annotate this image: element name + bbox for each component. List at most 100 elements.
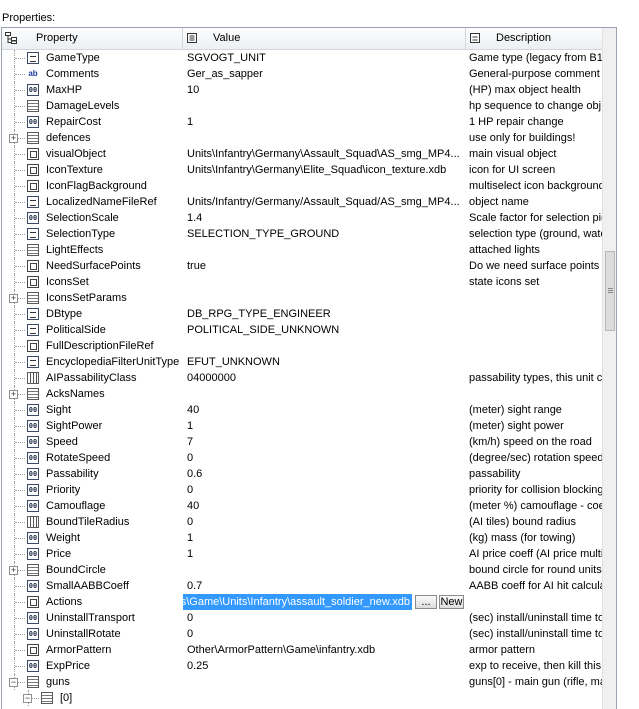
property-value[interactable] — [187, 98, 465, 114]
property-row[interactable]: 00 Priority 0 priority for collision blocki… — [2, 482, 602, 498]
property-value[interactable]: 0.25 — [187, 658, 465, 674]
property-row[interactable]: 00 Weight 1 (kg) mass (for towing) — [2, 530, 602, 546]
property-row[interactable]: 00 RotateSpeed 0 (degree/sec) rotation spee… — [2, 450, 602, 466]
property-row[interactable]: + IconsSetParams — [2, 290, 602, 306]
property-row[interactable]: NeedSurfacePoints true Do we need surface … — [2, 258, 602, 274]
property-row[interactable]: 00 UninstallTransport 0 (sec) install/unins… — [2, 610, 602, 626]
property-value[interactable]: 1 — [187, 530, 465, 546]
header-property[interactable]: Property — [2, 28, 183, 49]
property-value[interactable] — [187, 178, 465, 194]
property-row[interactable]: PoliticalSide POLITICAL_SIDE_UNKNOWN — [2, 322, 602, 338]
property-row[interactable]: + AcksNames — [2, 386, 602, 402]
property-value[interactable] — [187, 690, 465, 706]
property-row[interactable]: − [0] — [2, 690, 602, 706]
expand-icon[interactable]: + — [9, 566, 18, 575]
expand-icon[interactable]: + — [9, 134, 18, 143]
property-value[interactable] — [187, 290, 465, 306]
collapse-icon[interactable]: − — [9, 678, 18, 687]
property-row[interactable]: LightEffects attached lights — [2, 242, 602, 258]
property-description — [469, 690, 602, 706]
property-value[interactable] — [187, 562, 465, 578]
property-row[interactable]: EncyclopediaFilterUnitType EFUT_UNKNOWN — [2, 354, 602, 370]
header-value[interactable]: Value — [183, 28, 466, 49]
property-row[interactable]: IconsSet state icons set — [2, 274, 602, 290]
property-value[interactable] — [187, 130, 465, 146]
property-value[interactable]: 0.7 — [187, 578, 465, 594]
property-value[interactable]: 0 — [187, 450, 465, 466]
property-row[interactable]: BoundTileRadius 0 (AI tiles) bound radius — [2, 514, 602, 530]
property-value[interactable] — [187, 338, 465, 354]
property-row[interactable]: 00 Camouflage 40 (meter %) camouflage - coe… — [2, 498, 602, 514]
property-row[interactable]: 00 UninstallRotate 0 (sec) install/uninstal… — [2, 626, 602, 642]
scrollbar-thumb[interactable] — [605, 251, 615, 331]
property-value[interactable]: 40 — [187, 402, 465, 418]
property-value[interactable]: POLITICAL_SIDE_UNKNOWN — [187, 322, 465, 338]
property-value[interactable]: EFUT_UNKNOWN — [187, 354, 465, 370]
vertical-scrollbar[interactable] — [602, 28, 616, 709]
property-row[interactable]: LocalizedNameFileRef Units/Infantry/Germa… — [2, 194, 602, 210]
property-row[interactable]: 00 Passability 0.6 passability — [2, 466, 602, 482]
property-row[interactable]: 00 SightPower 1 (meter) sight power — [2, 418, 602, 434]
property-row[interactable]: DBtype DB_RPG_TYPE_ENGINEER — [2, 306, 602, 322]
property-row[interactable]: Actions s\Game\Units\Infantry\assault_sol… — [2, 594, 602, 610]
property-row[interactable]: visualObject Units\Infantry\Germany\Assau… — [2, 146, 602, 162]
property-value[interactable]: Units\Infantry\Germany\Assault_Squad\AS_… — [187, 146, 465, 162]
property-row[interactable]: FullDescriptionFileRef — [2, 338, 602, 354]
property-row[interactable]: GameType SGVOGT_UNIT Game type (legacy fro… — [2, 50, 602, 66]
property-value[interactable]: DB_RPG_TYPE_ENGINEER — [187, 306, 465, 322]
property-row[interactable]: 00 Speed 7 (km/h) speed on the road — [2, 434, 602, 450]
property-name: Weight — [46, 532, 81, 544]
property-value[interactable]: Units/Infantry/Germany/Assault_Squad/AS_… — [187, 194, 465, 210]
property-value[interactable]: 04000000 — [187, 370, 465, 386]
property-value[interactable]: 0 — [187, 482, 465, 498]
property-row[interactable]: + BoundCircle bound circle for round units — [2, 562, 602, 578]
new-button[interactable]: New — [439, 595, 464, 609]
property-row[interactable]: IconFlagBackground multiselect icon backg… — [2, 178, 602, 194]
property-row[interactable]: + defences use only for buildings! — [2, 130, 602, 146]
property-value[interactable]: Units\Infantry\Germany\Elite_Squad\icon_… — [187, 162, 465, 178]
property-row[interactable]: AIPassabilityClass 04000000 passability ty… — [2, 370, 602, 386]
property-value[interactable] — [187, 674, 465, 690]
property-row[interactable]: 00 SmallAABBCoeff 0.7 AABB coeff for AI hit… — [2, 578, 602, 594]
enum-field-icon — [27, 356, 39, 368]
value-editor-input[interactable]: s\Game\Units\Infantry\assault_soldier_ne… — [183, 594, 412, 610]
property-row[interactable]: 00 SelectionScale 1.4 Scale factor for sele… — [2, 210, 602, 226]
tree-connector — [15, 234, 25, 235]
property-value[interactable]: 0 — [187, 626, 465, 642]
property-value[interactable]: 1 — [187, 418, 465, 434]
property-value[interactable]: SELECTION_TYPE_GROUND — [187, 226, 465, 242]
property-value[interactable]: 40 — [187, 498, 465, 514]
property-value[interactable]: 0.6 — [187, 466, 465, 482]
property-row[interactable]: ab Comments Ger_as_sapper General-purpose c… — [2, 66, 602, 82]
property-row[interactable]: 00 MaxHP 10 (HP) max object health — [2, 82, 602, 98]
header-description[interactable]: Description — [466, 28, 602, 49]
property-value[interactable]: SGVOGT_UNIT — [187, 50, 465, 66]
expand-icon[interactable]: + — [9, 390, 18, 399]
collapse-icon[interactable]: − — [23, 694, 32, 703]
property-value[interactable]: Ger_as_sapper — [187, 66, 465, 82]
property-row[interactable]: SelectionType SELECTION_TYPE_GROUND select… — [2, 226, 602, 242]
property-row[interactable]: 00 RepairCost 1 1 HP repair change — [2, 114, 602, 130]
property-row[interactable]: 00 ExpPrice 0.25 exp to receive, then kill … — [2, 658, 602, 674]
property-value[interactable]: 0 — [187, 514, 465, 530]
property-value[interactable]: 1 — [187, 546, 465, 562]
property-row[interactable]: ArmorPattern Other\ArmorPattern\Game\infa… — [2, 642, 602, 658]
browse-button[interactable]: ... — [415, 595, 437, 609]
property-value[interactable]: Other\ArmorPattern\Game\infantry.xdb — [187, 642, 465, 658]
expand-icon[interactable]: + — [9, 294, 18, 303]
property-row[interactable]: 00 Sight 40 (meter) sight range — [2, 402, 602, 418]
property-value[interactable]: true — [187, 258, 465, 274]
property-value[interactable] — [187, 274, 465, 290]
property-row[interactable]: 00 Price 1 AI price coeff (AI price multi — [2, 546, 602, 562]
property-row[interactable]: − guns guns[0] - main gun (rifle, mac — [2, 674, 602, 690]
property-value[interactable]: 10 — [187, 82, 465, 98]
property-value[interactable] — [187, 242, 465, 258]
property-row[interactable]: DamageLevels hp sequence to change obj — [2, 98, 602, 114]
property-grid[interactable]: Property Value Description GameType SGVOG… — [1, 27, 617, 709]
property-value[interactable]: 1.4 — [187, 210, 465, 226]
property-value[interactable] — [187, 386, 465, 402]
property-value[interactable]: 0 — [187, 610, 465, 626]
property-value[interactable]: 7 — [187, 434, 465, 450]
property-row[interactable]: IconTexture Units\Infantry\Germany\Elite_… — [2, 162, 602, 178]
property-value[interactable]: 1 — [187, 114, 465, 130]
